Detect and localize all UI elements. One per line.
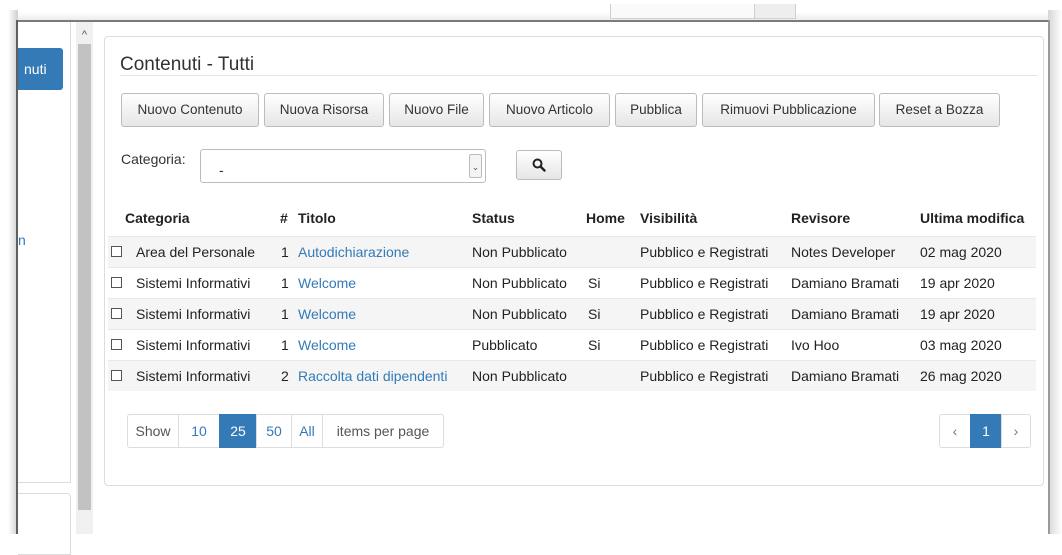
cell-titolo-link[interactable]: Welcome — [298, 306, 356, 322]
categoria-label: Categoria: — [121, 151, 186, 167]
page-size-10[interactable]: 10 — [178, 414, 220, 448]
column-header-revisore[interactable]: Revisore — [791, 210, 850, 226]
cell-number: 1 — [281, 275, 289, 291]
cell-ultima-modifica: 03 mag 2020 — [920, 337, 1002, 353]
window-border-top — [18, 20, 1050, 22]
sidebar — [18, 22, 71, 483]
row-checkbox[interactable] — [111, 339, 122, 350]
window-border-left — [16, 20, 18, 534]
cell-home: Si — [588, 275, 601, 291]
nuovo-file-button[interactable]: Nuovo File — [389, 93, 484, 127]
pubblica-button[interactable]: Pubblica — [615, 93, 697, 127]
page-size-selector: Show 10 25 50 All items per page — [127, 414, 444, 448]
cell-categoria: Sistemi Informativi — [136, 306, 251, 322]
window-frame-right — [1048, 10, 1062, 534]
sidebar-link[interactable]: n — [18, 232, 26, 248]
cell-status: Non Pubblicato — [472, 368, 567, 384]
cell-categoria: Area del Personale — [136, 244, 256, 260]
column-header-visibilita[interactable]: Visibilità — [640, 210, 697, 226]
cell-status: Pubblicato — [472, 337, 538, 353]
table-row[interactable]: Sistemi Informativi 1 Welcome Non Pubbli… — [108, 299, 1036, 329]
cell-revisore: Damiano Bramati — [791, 275, 900, 291]
cell-titolo-link[interactable]: Autodichiarazione — [298, 244, 409, 260]
cell-categoria: Sistemi Informativi — [136, 275, 251, 291]
cell-revisore: Notes Developer — [791, 244, 896, 260]
table-row[interactable]: Sistemi Informativi 1 Welcome Non Pubbli… — [108, 268, 1036, 298]
column-header-status[interactable]: Status — [472, 210, 515, 226]
cell-visibilita: Pubblico e Registrati — [640, 368, 769, 384]
scrollbar-thumb[interactable] — [78, 44, 91, 510]
row-checkbox[interactable] — [111, 246, 122, 257]
reset-a-bozza-button[interactable]: Reset a Bozza — [879, 93, 1000, 127]
categoria-select[interactable]: - ⌄ — [200, 149, 486, 183]
cell-visibilita: Pubblico e Registrati — [640, 306, 769, 322]
cell-titolo-link[interactable]: Welcome — [298, 275, 356, 291]
table-row[interactable]: Area del Personale 1 Autodichiarazione N… — [108, 237, 1036, 267]
rimuovi-pubblicazione-button[interactable]: Rimuovi Pubblicazione — [702, 93, 875, 127]
cell-number: 2 — [281, 368, 289, 384]
sidebar-item-label: nuti — [24, 61, 47, 77]
cell-ultima-modifica: 02 mag 2020 — [920, 244, 1002, 260]
sidebar-item-contenuti[interactable]: nuti — [18, 48, 63, 90]
pagination-prev-icon[interactable]: ‹ — [939, 414, 971, 448]
cell-home: Si — [588, 337, 601, 353]
cell-status: Non Pubblicato — [472, 306, 567, 322]
table-row[interactable]: Sistemi Informativi 2 Raccolta dati dipe… — [108, 361, 1036, 391]
cell-revisore: Damiano Bramati — [791, 368, 900, 384]
cell-revisore: Damiano Bramati — [791, 306, 900, 322]
categoria-selected-value: - — [219, 162, 224, 178]
pagination: ‹ 1 › — [939, 414, 1031, 448]
search-button[interactable] — [516, 150, 562, 180]
page-size-25[interactable]: 25 — [219, 414, 257, 448]
column-header-ultima-modifica[interactable]: Ultima modifica — [920, 210, 1024, 226]
sidebar-panel-secondary — [18, 493, 71, 555]
cell-ultima-modifica: 19 apr 2020 — [920, 275, 995, 291]
cell-home: Si — [588, 306, 601, 322]
nuova-risorsa-button[interactable]: Nuova Risorsa — [264, 93, 384, 127]
pagination-page-1[interactable]: 1 — [970, 414, 1002, 448]
page-title: Contenuti - Tutti — [120, 54, 255, 75]
pagination-next-icon[interactable]: › — [1001, 414, 1031, 448]
cell-visibilita: Pubblico e Registrati — [640, 337, 769, 353]
top-search-button[interactable] — [754, 4, 795, 18]
cell-number: 1 — [281, 306, 289, 322]
cell-ultima-modifica: 19 apr 2020 — [920, 306, 995, 322]
cell-number: 1 — [281, 337, 289, 353]
search-icon — [532, 158, 546, 172]
column-header-number[interactable]: # — [280, 210, 288, 226]
cell-categoria: Sistemi Informativi — [136, 337, 251, 353]
nuovo-articolo-button[interactable]: Nuovo Articolo — [489, 93, 610, 127]
page-size-50[interactable]: 50 — [256, 414, 292, 448]
scroll-up-icon[interactable]: ^ — [76, 28, 93, 42]
cell-titolo-link[interactable]: Raccolta dati dipendenti — [298, 368, 447, 384]
title-divider — [120, 75, 1038, 76]
page-size-suffix: items per page — [322, 414, 444, 448]
window-border-right — [1048, 20, 1050, 534]
cell-visibilita: Pubblico e Registrati — [640, 275, 769, 291]
column-header-titolo[interactable]: Titolo — [298, 210, 336, 226]
cell-ultima-modifica: 26 mag 2020 — [920, 368, 1002, 384]
cell-status: Non Pubblicato — [472, 275, 567, 291]
column-header-home[interactable]: Home — [586, 210, 625, 226]
chevron-down-icon[interactable]: ⌄ — [469, 154, 482, 178]
cell-categoria: Sistemi Informativi — [136, 368, 251, 384]
cell-titolo-link[interactable]: Welcome — [298, 337, 356, 353]
window-frame-top — [0, 0, 1062, 22]
row-checkbox[interactable] — [111, 277, 122, 288]
nuovo-contenuto-button[interactable]: Nuovo Contenuto — [121, 93, 259, 127]
page-size-show-label: Show — [127, 414, 179, 448]
cell-number: 1 — [281, 244, 289, 260]
page-size-all[interactable]: All — [291, 414, 323, 448]
table-row[interactable]: Sistemi Informativi 1 Welcome Pubblicato… — [108, 330, 1036, 360]
cell-status: Non Pubblicato — [472, 244, 567, 260]
cell-visibilita: Pubblico e Registrati — [640, 244, 769, 260]
row-checkbox[interactable] — [111, 370, 122, 381]
column-header-categoria[interactable]: Categoria — [125, 210, 190, 226]
cell-revisore: Ivo Hoo — [791, 337, 840, 353]
row-checkbox[interactable] — [111, 308, 122, 319]
